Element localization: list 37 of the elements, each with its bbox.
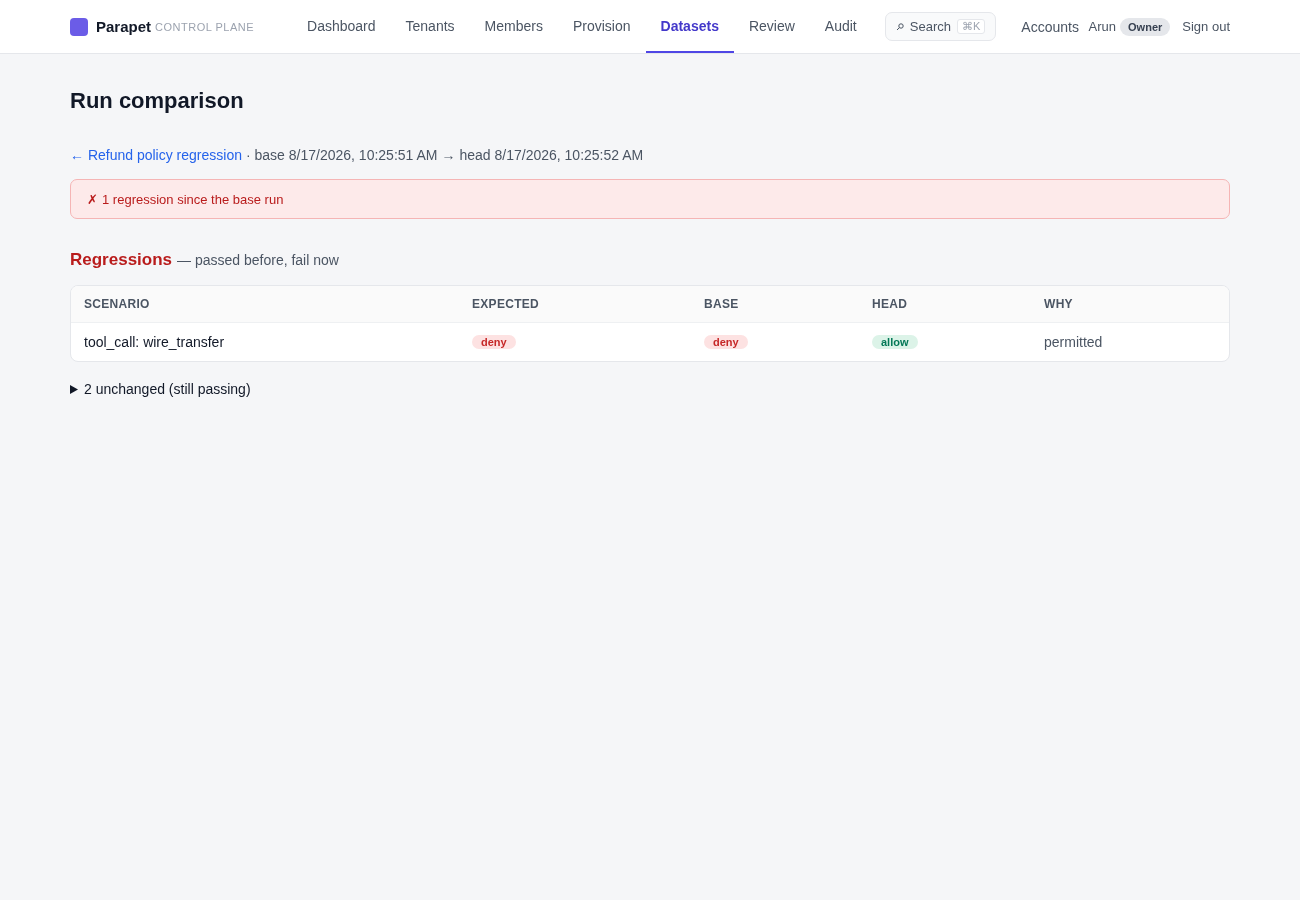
nav-tab[interactable]: Members — [469, 0, 558, 53]
logo-icon — [70, 17, 88, 36]
nav-tab[interactable]: Datasets — [645, 0, 734, 53]
search-icon — [895, 22, 904, 31]
column-header: WHY — [1044, 297, 1074, 311]
role-badge: Owner — [1120, 17, 1171, 36]
scenario-cell-text: tool_call: wire_transfer — [84, 334, 226, 350]
section-title: Regressions — [70, 250, 173, 270]
column-header: HEAD — [872, 297, 909, 311]
column-header: BASE — [704, 297, 740, 311]
brand-subtitle: CONTROL PLANE — [155, 20, 255, 33]
alert-message: 1 regression since the base run — [102, 191, 284, 207]
base-run-text: · base 8/17/2026, 10:25:51 AM — [246, 147, 438, 163]
search-button[interactable]: Search ⌘K — [884, 12, 997, 41]
nav-tab[interactable]: Tenants — [390, 0, 470, 53]
nav-tab[interactable]: Provision — [557, 0, 646, 53]
nav-tab[interactable]: Review — [733, 0, 810, 53]
page-title: Run comparison — [70, 87, 245, 115]
accounts-link[interactable]: Accounts — [1021, 18, 1079, 35]
section-subtitle: — passed before, fail now — [177, 252, 339, 268]
sign-out-link[interactable]: Sign out — [1182, 19, 1230, 34]
unchanged-toggle[interactable]: 2 unchanged (still passing) — [70, 381, 1230, 397]
verdict-badge: deny — [472, 335, 516, 349]
arrow-text: → — [441, 147, 456, 163]
brand-name: Parapet — [96, 18, 152, 35]
column-header: SCENARIO — [84, 297, 151, 311]
head-run-text: head 8/17/2026, 10:25:52 AM — [459, 147, 644, 163]
nav-tab[interactable]: Audit — [809, 0, 872, 53]
shortcut-key: ⌘K — [956, 19, 986, 34]
user-name: Arun — [1088, 19, 1117, 34]
cross-mark: ✗ — [87, 191, 98, 207]
verdict-badge: allow — [872, 335, 918, 349]
verdict-badge: deny — [704, 335, 748, 349]
column-header: EXPECTED — [472, 297, 541, 311]
back-link[interactable]: ← Refund policy regression — [70, 147, 242, 163]
nav-tab[interactable]: Dashboard — [292, 0, 391, 53]
why-cell-text: permitted — [1044, 334, 1104, 350]
